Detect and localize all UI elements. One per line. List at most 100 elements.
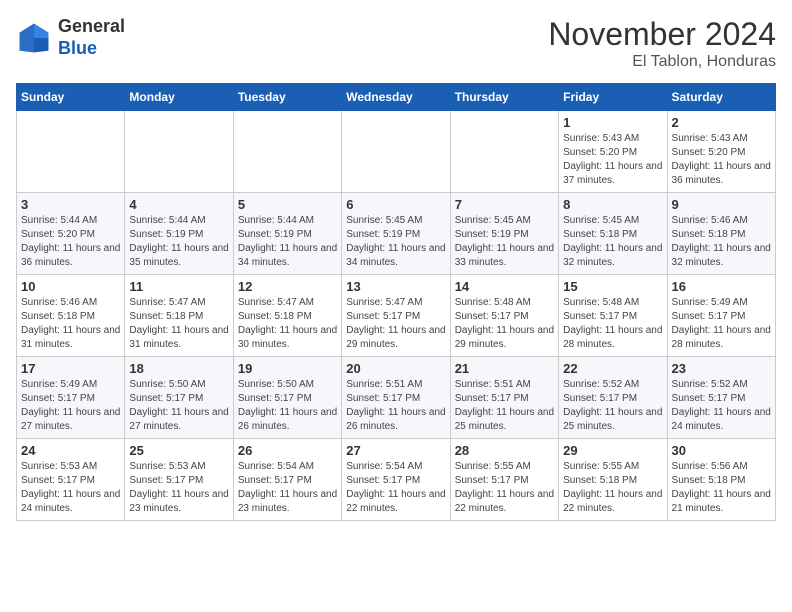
day-info: Sunrise: 5:45 AM Sunset: 5:18 PM Dayligh… — [563, 214, 662, 270]
calendar-cell: 11 Sunrise: 5:47 AM Sunset: 5:18 PM Dayli… — [125, 275, 233, 357]
day-number: 2 — [672, 115, 771, 130]
day-info: Sunrise: 5:47 AM Sunset: 5:18 PM Dayligh… — [238, 296, 337, 352]
day-info: Sunrise: 5:46 AM Sunset: 5:18 PM Dayligh… — [672, 214, 771, 270]
weekday-header: Saturday — [667, 84, 775, 111]
calendar-cell: 25 Sunrise: 5:53 AM Sunset: 5:17 PM Dayli… — [125, 439, 233, 521]
calendar-cell: 7Sunrise: 5:45 AM Sunset: 5:19 PM Daylig… — [450, 193, 558, 275]
day-info: Sunrise: 5:48 AM Sunset: 5:17 PM Dayligh… — [563, 296, 662, 352]
calendar-week-row: 17Sunrise: 5:49 AM Sunset: 5:17 PM Dayli… — [17, 357, 776, 439]
day-number: 1 — [563, 115, 662, 130]
month-title: November 2024 — [548, 16, 776, 53]
day-number: 19 — [238, 361, 337, 376]
calendar-cell: 10 Sunrise: 5:46 AM Sunset: 5:18 PM Dayli… — [17, 275, 125, 357]
weekday-header: Friday — [559, 84, 667, 111]
day-info: Sunrise: 5:50 AM Sunset: 5:17 PM Dayligh… — [129, 378, 228, 434]
day-number: 30 — [672, 443, 771, 458]
calendar-cell: 24Sunrise: 5:53 AM Sunset: 5:17 PM Dayli… — [17, 439, 125, 521]
day-info: Sunrise: 5:49 AM Sunset: 5:17 PM Dayligh… — [21, 378, 120, 434]
logo-blue: Blue — [58, 38, 97, 58]
day-info: Sunrise: 5:56 AM Sunset: 5:18 PM Dayligh… — [672, 460, 771, 516]
day-number: 7 — [455, 197, 554, 212]
day-number: 5 — [238, 197, 337, 212]
day-number: 3 — [21, 197, 120, 212]
day-info: Sunrise: 5:44 AM Sunset: 5:19 PM Dayligh… — [238, 214, 337, 270]
logo-text: General Blue — [58, 16, 125, 59]
day-number: 10 — [21, 279, 120, 294]
weekday-header: Monday — [125, 84, 233, 111]
calendar-cell: 26Sunrise: 5:54 AM Sunset: 5:17 PM Dayli… — [233, 439, 341, 521]
day-info: Sunrise: 5:53 AM Sunset: 5:17 PM Dayligh… — [129, 460, 228, 516]
day-number: 11 — [129, 279, 228, 294]
day-number: 29 — [563, 443, 662, 458]
day-info: Sunrise: 5:47 AM Sunset: 5:17 PM Dayligh… — [346, 296, 445, 352]
day-number: 18 — [129, 361, 228, 376]
logo: General Blue — [16, 16, 125, 59]
day-number: 20 — [346, 361, 445, 376]
calendar-cell: 9 Sunrise: 5:46 AM Sunset: 5:18 PM Daylig… — [667, 193, 775, 275]
calendar-cell: 4 Sunrise: 5:44 AM Sunset: 5:19 PM Daylig… — [125, 193, 233, 275]
weekday-header: Wednesday — [342, 84, 450, 111]
day-info: Sunrise: 5:46 AM Sunset: 5:18 PM Dayligh… — [21, 296, 120, 352]
day-number: 16 — [672, 279, 771, 294]
day-info: Sunrise: 5:47 AM Sunset: 5:18 PM Dayligh… — [129, 296, 228, 352]
day-info: Sunrise: 5:50 AM Sunset: 5:17 PM Dayligh… — [238, 378, 337, 434]
calendar-cell: 2 Sunrise: 5:43 AM Sunset: 5:20 PM Daylig… — [667, 111, 775, 193]
day-number: 4 — [129, 197, 228, 212]
calendar-cell: 30 Sunrise: 5:56 AM Sunset: 5:18 PM Dayli… — [667, 439, 775, 521]
calendar-cell: 5 Sunrise: 5:44 AM Sunset: 5:19 PM Daylig… — [233, 193, 341, 275]
day-info: Sunrise: 5:43 AM Sunset: 5:20 PM Dayligh… — [672, 132, 771, 188]
calendar-cell: 1Sunrise: 5:43 AM Sunset: 5:20 PM Daylig… — [559, 111, 667, 193]
calendar-cell — [342, 111, 450, 193]
day-info: Sunrise: 5:44 AM Sunset: 5:20 PM Dayligh… — [21, 214, 120, 270]
day-number: 21 — [455, 361, 554, 376]
day-number: 22 — [563, 361, 662, 376]
calendar-cell — [233, 111, 341, 193]
logo-icon — [16, 20, 52, 56]
day-number: 12 — [238, 279, 337, 294]
day-info: Sunrise: 5:44 AM Sunset: 5:19 PM Dayligh… — [129, 214, 228, 270]
day-number: 15 — [563, 279, 662, 294]
calendar-cell: 6Sunrise: 5:45 AM Sunset: 5:19 PM Daylig… — [342, 193, 450, 275]
calendar-cell: 18 Sunrise: 5:50 AM Sunset: 5:17 PM Dayli… — [125, 357, 233, 439]
location-title: El Tablon, Honduras — [548, 53, 776, 71]
calendar-cell: 12 Sunrise: 5:47 AM Sunset: 5:18 PM Dayli… — [233, 275, 341, 357]
title-block: November 2024 El Tablon, Honduras — [548, 16, 776, 71]
calendar-cell: 13 Sunrise: 5:47 AM Sunset: 5:17 PM Dayli… — [342, 275, 450, 357]
calendar-week-row: 24Sunrise: 5:53 AM Sunset: 5:17 PM Dayli… — [17, 439, 776, 521]
calendar-cell: 22Sunrise: 5:52 AM Sunset: 5:17 PM Dayli… — [559, 357, 667, 439]
day-info: Sunrise: 5:55 AM Sunset: 5:17 PM Dayligh… — [455, 460, 554, 516]
calendar-cell: 15 Sunrise: 5:48 AM Sunset: 5:17 PM Dayli… — [559, 275, 667, 357]
calendar-cell: 17Sunrise: 5:49 AM Sunset: 5:17 PM Dayli… — [17, 357, 125, 439]
day-number: 23 — [672, 361, 771, 376]
day-info: Sunrise: 5:55 AM Sunset: 5:18 PM Dayligh… — [563, 460, 662, 516]
day-number: 25 — [129, 443, 228, 458]
calendar-cell — [17, 111, 125, 193]
calendar-cell: 21 Sunrise: 5:51 AM Sunset: 5:17 PM Dayli… — [450, 357, 558, 439]
calendar-header-row: SundayMondayTuesdayWednesdayThursdayFrid… — [17, 84, 776, 111]
calendar-cell: 23 Sunrise: 5:52 AM Sunset: 5:17 PM Dayli… — [667, 357, 775, 439]
calendar-cell: 14Sunrise: 5:48 AM Sunset: 5:17 PM Dayli… — [450, 275, 558, 357]
calendar-cell: 29 Sunrise: 5:55 AM Sunset: 5:18 PM Dayli… — [559, 439, 667, 521]
weekday-header: Thursday — [450, 84, 558, 111]
day-number: 28 — [455, 443, 554, 458]
page-header: General Blue November 2024 El Tablon, Ho… — [16, 16, 776, 71]
calendar-week-row: 1 Sunrise: 5:43 AM Sunset: 5:20 PM Daylig… — [17, 111, 776, 193]
calendar-cell: 16 Sunrise: 5:49 AM Sunset: 5:17 PM Dayli… — [667, 275, 775, 357]
day-number: 9 — [672, 197, 771, 212]
calendar-cell: 27Sunrise: 5:54 AM Sunset: 5:17 PM Dayli… — [342, 439, 450, 521]
day-number: 14 — [455, 279, 554, 294]
calendar-week-row: 3 Sunrise: 5:44 AM Sunset: 5:20 PM Daylig… — [17, 193, 776, 275]
calendar-cell: 3 Sunrise: 5:44 AM Sunset: 5:20 PM Daylig… — [17, 193, 125, 275]
day-number: 13 — [346, 279, 445, 294]
calendar: SundayMondayTuesdayWednesdayThursdayFrid… — [16, 83, 776, 521]
day-info: Sunrise: 5:54 AM Sunset: 5:17 PM Dayligh… — [238, 460, 337, 516]
day-number: 8 — [563, 197, 662, 212]
calendar-cell: 8 Sunrise: 5:45 AM Sunset: 5:18 PM Daylig… — [559, 193, 667, 275]
calendar-cell — [450, 111, 558, 193]
weekday-header: Tuesday — [233, 84, 341, 111]
day-info: Sunrise: 5:52 AM Sunset: 5:17 PM Dayligh… — [672, 378, 771, 434]
day-info: Sunrise: 5:51 AM Sunset: 5:17 PM Dayligh… — [455, 378, 554, 434]
calendar-cell: 19 Sunrise: 5:50 AM Sunset: 5:17 PM Dayli… — [233, 357, 341, 439]
day-info: Sunrise: 5:49 AM Sunset: 5:17 PM Dayligh… — [672, 296, 771, 352]
day-info: Sunrise: 5:53 AM Sunset: 5:17 PM Dayligh… — [21, 460, 120, 516]
